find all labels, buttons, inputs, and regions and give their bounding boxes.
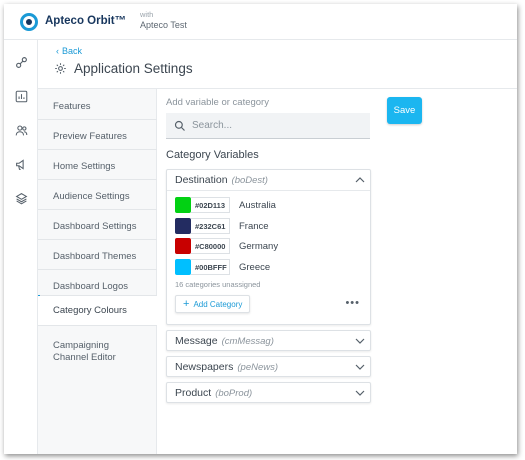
search-input[interactable]	[192, 120, 362, 131]
settings-nav: Features Preview Features Home Settings …	[38, 89, 157, 454]
variable-code: (boDest)	[231, 174, 268, 186]
message-panel[interactable]: Message (cmMessag)	[166, 330, 371, 351]
product-panel-header[interactable]: Product (boProd)	[167, 383, 370, 403]
app-window: Apteco Orbit™ with Apteco Test ‹ Back Ap…	[4, 4, 517, 454]
category-label: Germany	[239, 240, 279, 252]
hex-value[interactable]: #00BFFF	[191, 259, 230, 275]
color-row: #232C61 France	[175, 218, 365, 234]
variable-name: Message	[175, 335, 218, 347]
variable-code: (boProd)	[215, 387, 253, 399]
add-category-label: Add Category	[193, 299, 243, 309]
nav-divider	[38, 209, 157, 210]
chevron-down-icon[interactable]	[354, 361, 366, 373]
destination-panel: Destination (boDest) #02D113 Australia #…	[166, 169, 371, 325]
nav-item-features[interactable]: Features	[38, 101, 157, 113]
color-row: #00BFFF Greece	[175, 259, 365, 275]
top-bar: Apteco Orbit™ with Apteco Test	[4, 4, 517, 40]
add-category-button[interactable]: + Add Category	[175, 295, 251, 313]
newspapers-panel-header[interactable]: Newspapers (peNews)	[167, 357, 370, 377]
back-label: Back	[62, 46, 83, 56]
hex-value[interactable]: #232C61	[191, 218, 230, 234]
product-panel[interactable]: Product (boProd)	[166, 382, 371, 403]
category-label: France	[239, 220, 269, 232]
nav-item-preview-features[interactable]: Preview Features	[38, 131, 157, 143]
nav-item-dashboard-settings[interactable]: Dashboard Settings	[38, 221, 157, 233]
system-name[interactable]: Apteco Test	[140, 20, 187, 30]
nav-item-audience-settings[interactable]: Audience Settings	[38, 191, 157, 203]
nav-item-category-colours[interactable]: Category Colours	[38, 296, 157, 325]
campaign-icon[interactable]	[13, 156, 29, 172]
back-link[interactable]: ‹ Back	[56, 46, 82, 56]
plus-icon: +	[183, 297, 190, 310]
layers-icon[interactable]	[13, 190, 29, 206]
nav-item-dashboard-logos[interactable]: Dashboard Logos	[38, 281, 157, 293]
search-icon	[174, 120, 185, 131]
variable-code: (cmMessag)	[221, 335, 274, 347]
gear-icon	[55, 63, 66, 74]
chevron-down-icon[interactable]	[354, 335, 366, 347]
message-panel-header[interactable]: Message (cmMessag)	[167, 331, 370, 351]
nav-item-home-settings[interactable]: Home Settings	[38, 161, 157, 173]
add-variable-label: Add variable or category	[166, 97, 269, 108]
unassigned-count: 16 categories unassigned	[175, 280, 261, 289]
app-name: Apteco Orbit™	[45, 15, 127, 27]
chevron-up-icon[interactable]	[354, 174, 366, 186]
hex-value[interactable]: #02D113	[191, 197, 230, 213]
audiences-icon[interactable]	[13, 122, 29, 138]
nav-divider	[38, 179, 157, 180]
color-row: #02D113 Australia	[175, 197, 365, 213]
nav-item-campaigning-channel-editor[interactable]: Campaigning Channel Editor	[38, 340, 138, 364]
chevron-down-icon[interactable]	[354, 387, 366, 399]
color-swatch[interactable]	[175, 238, 191, 254]
variable-name: Destination	[175, 174, 228, 186]
with-label: with	[140, 10, 154, 19]
apteco-logo-icon[interactable]	[20, 13, 38, 31]
variable-code: (peNews)	[237, 361, 279, 373]
category-label: Australia	[239, 199, 276, 211]
color-swatch[interactable]	[175, 259, 191, 275]
search-box	[166, 113, 370, 139]
nav-divider	[38, 325, 157, 326]
icon-rail	[4, 40, 38, 454]
newspapers-panel[interactable]: Newspapers (peNews)	[166, 356, 371, 377]
color-swatch[interactable]	[175, 197, 191, 213]
nav-divider	[38, 239, 157, 240]
panel-divider	[167, 190, 370, 191]
chevron-left-icon: ‹	[56, 46, 59, 56]
destination-panel-header[interactable]: Destination (boDest)	[167, 170, 370, 190]
category-label: Greece	[239, 261, 271, 273]
nav-divider	[38, 269, 157, 270]
link-icon[interactable]	[13, 54, 29, 70]
variable-name: Newspapers	[175, 361, 234, 373]
page-header: Application Settings	[54, 61, 193, 76]
nav-item-dashboard-themes[interactable]: Dashboard Themes	[38, 251, 157, 263]
page-title: Application Settings	[74, 61, 193, 76]
category-variables-title: Category Variables	[166, 149, 259, 161]
nav-divider	[38, 119, 157, 120]
color-row: #C80000 Germany	[175, 238, 365, 254]
more-options-icon[interactable]: •••	[345, 297, 360, 309]
save-button[interactable]: Save	[387, 97, 422, 124]
hex-value[interactable]: #C80000	[191, 238, 230, 254]
color-swatch[interactable]	[175, 218, 191, 234]
variable-name: Product	[175, 387, 212, 399]
dashboard-icon[interactable]	[13, 88, 29, 104]
nav-divider	[38, 149, 157, 150]
